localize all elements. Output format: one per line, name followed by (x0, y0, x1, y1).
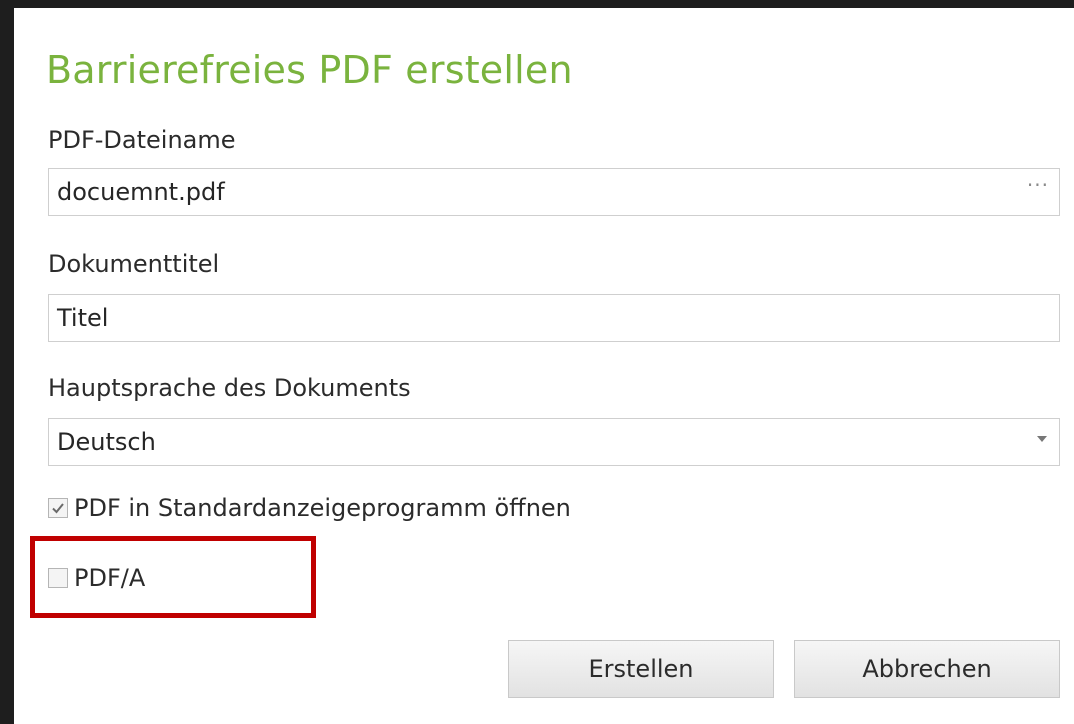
browse-ellipsis-icon[interactable]: ··· (1027, 173, 1049, 197)
create-button[interactable]: Erstellen (508, 640, 774, 698)
pdfa-highlight-box (30, 536, 316, 618)
document-title-value: Titel (57, 304, 109, 332)
document-title-input[interactable]: Titel (48, 294, 1060, 342)
open-default-viewer-label: PDF in Standardanzeigeprogramm öffnen (74, 494, 571, 522)
document-title-label: Dokumenttitel (48, 250, 220, 278)
screen-background: Barrierefreies PDF erstellen PDF-Dateina… (0, 0, 1074, 724)
cancel-button[interactable]: Abbrechen (794, 640, 1060, 698)
language-selected-value: Deutsch (57, 428, 156, 456)
chevron-down-icon[interactable] (1037, 436, 1047, 442)
filename-value: docuemnt.pdf (57, 178, 225, 206)
language-select[interactable]: Deutsch (48, 418, 1060, 466)
checkmark-icon (52, 503, 64, 514)
filename-input[interactable]: docuemnt.pdf ··· (48, 168, 1060, 216)
language-label: Hauptsprache des Dokuments (48, 374, 411, 402)
create-accessible-pdf-dialog: Barrierefreies PDF erstellen PDF-Dateina… (14, 8, 1074, 724)
open-default-viewer-checkbox[interactable] (48, 498, 68, 518)
filename-label: PDF-Dateiname (48, 126, 236, 154)
dialog-title: Barrierefreies PDF erstellen (46, 48, 573, 92)
